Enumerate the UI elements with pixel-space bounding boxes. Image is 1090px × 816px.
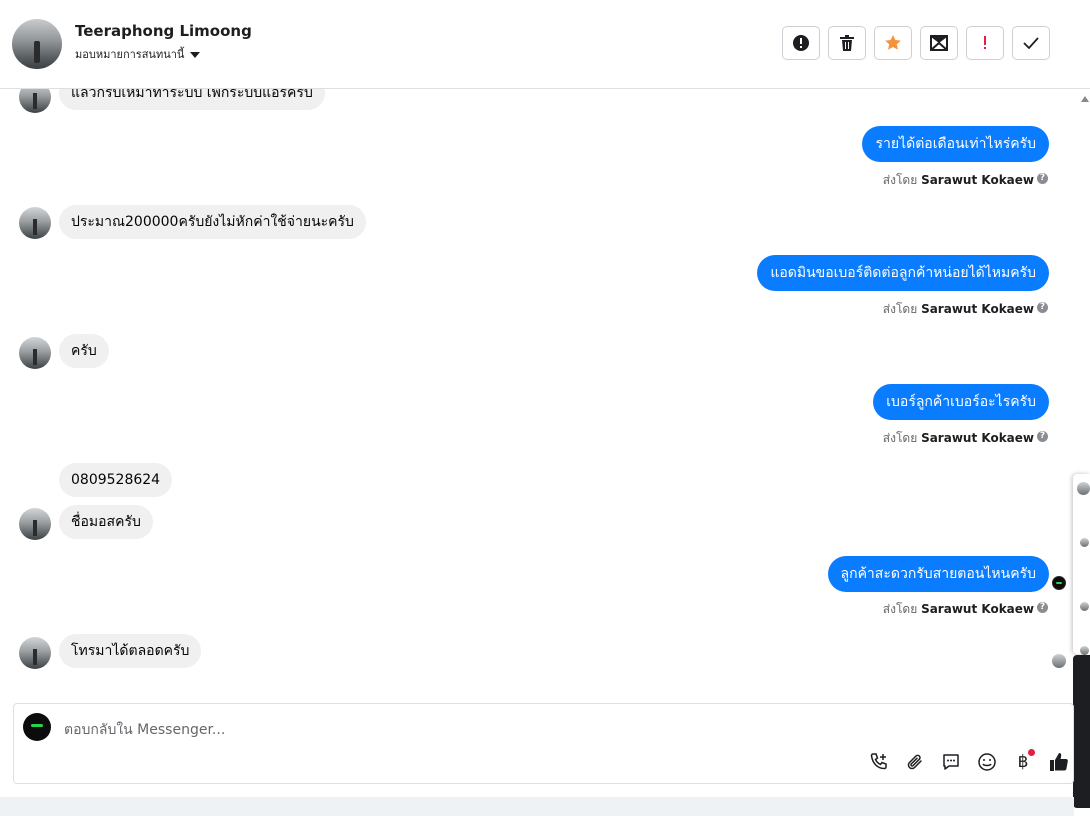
incoming-message[interactable]: แล้วกรับเหมาทำระบบ เพิกระบบแอร์ครับ (59, 89, 325, 110)
star-icon (885, 35, 901, 50)
customer-avatar[interactable] (19, 337, 51, 369)
trash-icon (840, 35, 854, 51)
side-dark-panel[interactable] (1073, 655, 1090, 808)
delete-button[interactable] (828, 26, 866, 60)
notification-dot (1028, 749, 1035, 756)
side-avatar[interactable] (1080, 646, 1089, 655)
exclamation-circle-icon (793, 35, 809, 51)
incoming-message[interactable]: 0809528624 (59, 463, 173, 497)
outgoing-message[interactable]: แอดมินขอเบอร์ติดต่อลูกค้าหน่อยได้ไหมครับ (757, 255, 1049, 291)
question-icon[interactable]: ? (1037, 431, 1048, 442)
important-button[interactable] (966, 26, 1004, 60)
done-button[interactable] (1012, 26, 1050, 60)
sent-by-label: ส่งโดย Sarawut Kokaew (883, 300, 1034, 319)
message-thread[interactable]: แล้วกรับเหมาทำระบบ เพิกระบบแอร์ครับ รายไ… (0, 89, 1074, 703)
seen-avatar (1052, 576, 1066, 590)
reply-composer: ฿ (13, 703, 1074, 784)
check-icon (1023, 37, 1039, 50)
paperclip-icon[interactable] (903, 750, 927, 774)
scroll-up-arrow[interactable] (1081, 96, 1089, 102)
side-avatar[interactable] (1080, 538, 1089, 547)
baht-symbol: ฿ (1017, 752, 1029, 772)
sent-by-prefix: ส่งโดย (882, 302, 918, 316)
assign-conversation-dropdown[interactable]: มอบหมายการสนทนานี้ (75, 45, 201, 63)
envelope-icon (930, 35, 948, 51)
sent-by-name: Sarawut Kokaew (921, 302, 1034, 316)
customer-avatar[interactable] (19, 508, 51, 540)
read-receipt-avatar (1052, 654, 1066, 668)
phone-add-icon[interactable] (867, 750, 891, 774)
sent-by-name: Sarawut Kokaew (921, 602, 1034, 616)
customer-avatar[interactable] (19, 637, 51, 669)
sent-by-prefix: ส่งโดย (882, 173, 918, 187)
contact-avatar[interactable] (12, 19, 62, 69)
incoming-message[interactable]: ครับ (59, 334, 109, 368)
sent-by-label: ส่งโดย Sarawut Kokaew (883, 429, 1034, 448)
bottom-area (0, 797, 1074, 816)
reply-input[interactable] (62, 718, 966, 742)
outgoing-message[interactable]: ลูกค้าสะดวกรับสายตอนไหนครับ (827, 556, 1049, 592)
saved-reply-icon[interactable] (939, 750, 963, 774)
sent-by-prefix: ส่งโดย (882, 602, 918, 616)
composer-tools: ฿ (867, 749, 1071, 774)
contact-name[interactable]: Teeraphong Limoong (75, 22, 252, 40)
sent-by-label: ส่งโดย Sarawut Kokaew (883, 600, 1034, 619)
side-avatar[interactable] (1077, 482, 1090, 495)
incoming-message[interactable]: ชื่อมอสครับ (59, 505, 153, 539)
alert-button[interactable] (782, 26, 820, 60)
star-button[interactable] (874, 26, 912, 60)
baht-payment-icon[interactable]: ฿ (1011, 749, 1035, 774)
side-panel-card[interactable] (1073, 474, 1090, 654)
caret-down-icon (190, 52, 201, 58)
sent-by-label: ส่งโดย Sarawut Kokaew (883, 171, 1034, 190)
customer-avatar[interactable] (19, 207, 51, 239)
exclamation-icon (984, 36, 986, 49)
emoji-icon[interactable] (975, 750, 999, 774)
outgoing-message[interactable]: เบอร์ลูกค้าเบอร์อะไรครับ (873, 384, 1049, 420)
thumbs-up-icon[interactable] (1047, 750, 1071, 774)
sent-by-prefix: ส่งโดย (882, 431, 918, 445)
incoming-message[interactable]: โทรมาได้ตลอดครับ (59, 634, 202, 668)
conversation-header: Teeraphong Limoong มอบหมายการสนทนานี้ (0, 0, 1090, 89)
customer-avatar[interactable] (19, 89, 51, 113)
page-avatar (23, 713, 51, 741)
question-icon[interactable]: ? (1037, 602, 1048, 613)
mark-unread-button[interactable] (920, 26, 958, 60)
assign-label: มอบหมายการสนทนานี้ (75, 48, 185, 61)
question-icon[interactable]: ? (1037, 173, 1048, 184)
conversation-actions (782, 26, 1050, 60)
side-avatar[interactable] (1080, 602, 1089, 611)
question-icon[interactable]: ? (1037, 302, 1048, 313)
incoming-message[interactable]: ประมาณ200000ครับยังไม่หักค่าใช้จ่ายนะครั… (59, 205, 366, 239)
sent-by-name: Sarawut Kokaew (921, 173, 1034, 187)
sent-by-name: Sarawut Kokaew (921, 431, 1034, 445)
outgoing-message[interactable]: รายได้ต่อเดือนเท่าไหร่ครับ (862, 126, 1049, 162)
